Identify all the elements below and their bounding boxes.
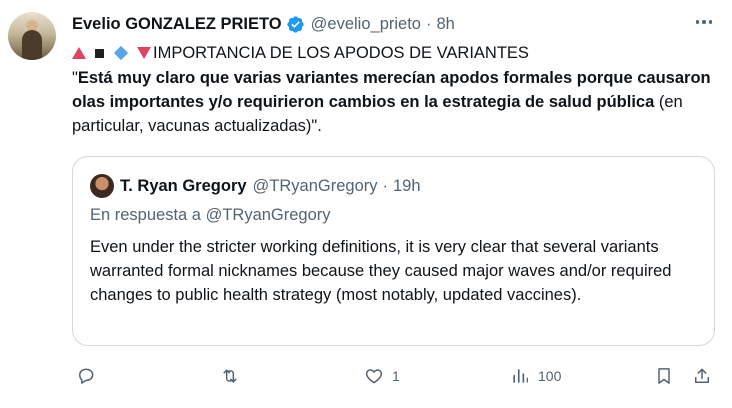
heart-icon xyxy=(365,369,383,384)
tweet-actions: 1 100 xyxy=(72,361,718,391)
bookmark-icon xyxy=(658,368,670,384)
reply-icon xyxy=(79,368,94,384)
tweet-bold-text: Está muy claro que varias variantes mere… xyxy=(72,69,711,111)
views-button[interactable]: 100 xyxy=(510,361,561,391)
tweet-heading: IMPORTANCIA DE LOS APODOS DE VARIANTES xyxy=(153,43,529,62)
quoted-post-time: 19h xyxy=(393,176,421,195)
like-button[interactable]: 1 xyxy=(364,361,400,391)
more-options-icon[interactable] xyxy=(692,10,716,34)
quoted-reply-to: En respuesta a @TRyanGregory xyxy=(90,206,331,224)
black-square-icon xyxy=(95,48,104,58)
separator-dot: · xyxy=(425,14,432,33)
views-count: 100 xyxy=(538,368,562,384)
share-button[interactable] xyxy=(692,361,712,391)
views-icon xyxy=(513,369,528,383)
avatar-figure xyxy=(22,30,42,60)
quoted-tweet-text: Even under the stricter working definiti… xyxy=(90,238,672,304)
author-handle[interactable]: @evelio_prieto xyxy=(311,15,421,34)
tweet-body: "Está muy claro que varias variantes mer… xyxy=(72,66,712,138)
author-avatar[interactable] xyxy=(8,12,56,60)
red-triangle-up-icon xyxy=(72,47,86,59)
quoted-tweet-card[interactable]: T. Ryan Gregory @TRyanGregory · 19h En r… xyxy=(72,156,715,346)
red-triangle-down-icon xyxy=(137,47,151,59)
quoted-author-handle: @TRyanGregory xyxy=(252,176,378,195)
quoted-separator-dot: · xyxy=(382,176,389,195)
like-count: 1 xyxy=(392,368,400,384)
repost-icon xyxy=(223,369,237,383)
quoted-tweet-header: T. Ryan Gregory @TRyanGregory · 19h xyxy=(90,174,421,198)
quoted-author-name: T. Ryan Gregory xyxy=(120,176,247,195)
tweet-header: Evelio GONZALEZ PRIETO @evelio_prieto · … xyxy=(72,13,732,35)
post-time[interactable]: 8h xyxy=(436,15,454,34)
author-name[interactable]: Evelio GONZALEZ PRIETO xyxy=(72,15,282,34)
verified-badge-icon xyxy=(287,15,304,33)
blue-diamond-icon xyxy=(113,45,129,61)
repost-button[interactable] xyxy=(220,361,240,391)
tweet-heading-line: IMPORTANCIA DE LOS APODOS DE VARIANTES xyxy=(72,42,720,64)
reply-button[interactable] xyxy=(76,361,96,391)
bookmark-button[interactable] xyxy=(654,361,674,391)
quoted-author-avatar xyxy=(90,174,114,198)
share-icon xyxy=(695,368,709,383)
